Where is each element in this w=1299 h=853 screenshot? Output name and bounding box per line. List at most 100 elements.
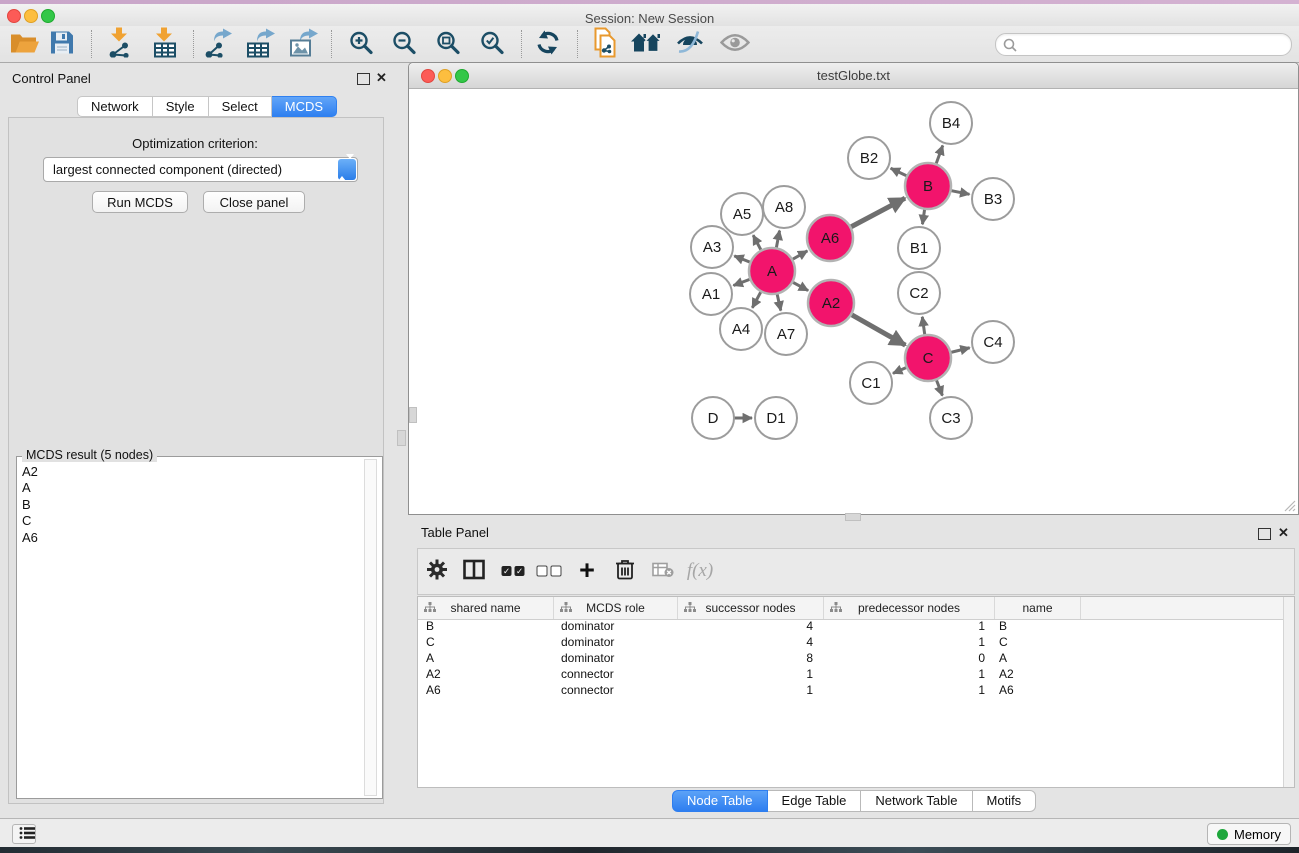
run-mcds-button[interactable]: Run MCDS [92,191,188,213]
select-all-columns-button[interactable]: ✓ ✓ [502,566,525,576]
table-cell[interactable]: connector [553,667,676,683]
table-row[interactable]: Bdominator41B [418,619,1283,635]
table-cell[interactable]: C [991,635,1076,651]
show-all-button[interactable] [720,33,750,55]
copy-network-button[interactable] [592,28,619,61]
toolbar-separator [521,30,522,58]
column-header-successor-nodes[interactable]: successor nodes [678,597,824,619]
table-cell[interactable]: B [418,619,553,635]
mcds-result-item[interactable]: A6 [22,530,38,546]
criterion-select[interactable]: largest connected component (directed) [43,157,358,182]
open-file-button[interactable] [10,32,40,57]
column-header-predecessor-nodes[interactable]: predecessor nodes [824,597,995,619]
table-cell[interactable]: A6 [991,683,1076,699]
tab-select[interactable]: Select [209,96,272,117]
import-network-button[interactable] [107,28,133,61]
zoom-in-icon [348,30,374,56]
table-panel-close-icon[interactable]: ✕ [1278,527,1289,539]
save-session-button[interactable] [49,30,75,59]
export-network-button[interactable] [203,28,233,61]
tab-mcds[interactable]: MCDS [272,96,337,117]
table-cell[interactable]: 1 [821,619,991,635]
table-cell[interactable]: B [991,619,1076,635]
search-input[interactable] [1020,35,1286,54]
table-cell[interactable]: 1 [821,667,991,683]
delete-columns-button[interactable] [615,559,635,584]
table-cell[interactable]: 4 [676,635,821,651]
column-header-mcds-role[interactable]: MCDS role [554,597,678,619]
table-cell[interactable]: dominator [553,635,676,651]
toolbar-separator [91,30,92,58]
column-header-name[interactable]: name [995,597,1081,619]
table-cell[interactable]: dominator [553,651,676,667]
delete-table-button[interactable] [652,562,674,581]
control-panel-float-icon[interactable] [357,73,370,85]
zoom-fit-button[interactable] [435,30,461,59]
table-cell[interactable]: 8 [676,651,821,667]
resize-grip-icon[interactable] [1283,499,1296,512]
close-panel-button[interactable]: Close panel [203,191,305,213]
table-row[interactable]: Adominator80A [418,651,1283,667]
table-cell[interactable]: C [418,635,553,651]
tab-edge-table[interactable]: Edge Table [768,790,862,812]
tab-network[interactable]: Network [77,96,153,117]
import-table-button[interactable] [152,28,178,61]
mcds-result-item[interactable]: A2 [22,464,38,480]
network-graph[interactable]: B4B2BB3A5A8A6B1A3AA1C2A2A4A7C4CC1C3DD1 [409,89,1296,513]
graph-node-label: B3 [984,191,1002,208]
mcds-result-item[interactable]: A [22,480,38,496]
deselect-columns-button[interactable] [537,566,562,577]
refresh-button[interactable] [535,31,561,58]
table-cell[interactable]: 4 [676,619,821,635]
table-settings-button[interactable] [426,559,448,584]
network-canvas[interactable]: B4B2BB3A5A8A6B1A3AA1C2A2A4A7C4CC1C3DD1 [409,89,1298,514]
table-cell[interactable]: 1 [676,667,821,683]
mcds-result-list: A2ABCA6 [22,464,38,546]
mcds-result-item[interactable]: B [22,497,38,513]
table-row[interactable]: Cdominator41C [418,635,1283,651]
export-image-button[interactable] [289,28,319,61]
mcds-result-item[interactable]: C [22,513,38,529]
mcds-result-scrollbar[interactable] [364,459,377,796]
tab-motifs[interactable]: Motifs [973,790,1037,812]
column-header-shared-name[interactable]: shared name [418,597,554,619]
network-window-titlebar[interactable]: testGlobe.txt [409,63,1298,89]
split-columns-button[interactable] [463,560,485,583]
table-cell[interactable]: 1 [821,683,991,699]
function-builder-button[interactable]: f(x) [687,560,713,582]
memory-button[interactable]: Memory [1207,823,1291,845]
table-cell[interactable]: dominator [553,619,676,635]
hide-selected-button[interactable] [676,31,704,58]
table-cell[interactable]: 1 [676,683,821,699]
add-column-button[interactable]: + [579,560,595,582]
table-header-row: shared name MCDS role successor nodes pr… [418,597,1283,620]
select-stepper-icon [338,159,356,180]
table-panel-float-icon[interactable] [1258,528,1271,540]
table-cell[interactable]: A [418,651,553,667]
table-row[interactable]: A6connector11A6 [418,683,1283,699]
network-window: testGlobe.txt B4B2BB3A5A8A6B1A3AA1C2A2A4… [408,62,1299,515]
table-scrollbar[interactable] [1283,597,1294,787]
table-cell[interactable]: 1 [821,635,991,651]
table-cell[interactable]: A2 [418,667,553,683]
table-cell[interactable]: A6 [418,683,553,699]
zoom-in-button[interactable] [348,30,374,59]
task-history-button[interactable] [12,824,36,844]
export-table-button[interactable] [246,28,276,61]
zoom-selected-button[interactable] [479,30,505,59]
tab-node-table[interactable]: Node Table [672,790,768,812]
canvas-vscroll-thumb[interactable] [409,407,417,423]
splitter-handle-bottom[interactable] [845,513,861,521]
table-cell[interactable]: connector [553,683,676,699]
tab-style[interactable]: Style [153,96,209,117]
table-cell[interactable]: A2 [991,667,1076,683]
table-cell[interactable]: A [991,651,1076,667]
table-cell[interactable]: 0 [821,651,991,667]
tab-network-table[interactable]: Network Table [861,790,972,812]
splitter-handle-left[interactable] [397,430,406,446]
home-views-button[interactable] [631,32,663,57]
zoom-out-button[interactable] [391,30,417,59]
status-bar: Memory [0,818,1299,848]
control-panel-close-icon[interactable]: ✕ [376,72,387,84]
table-row[interactable]: A2connector11A2 [418,667,1283,683]
